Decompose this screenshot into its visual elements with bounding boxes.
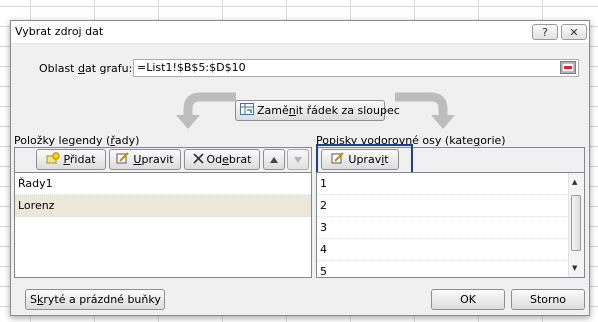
remove-label-accel: e — [222, 153, 229, 166]
ok-label: OK — [460, 293, 476, 306]
axis-labels-list[interactable]: 1 2 3 4 5 ▲ ▼ — [316, 172, 585, 278]
axis-label-item[interactable]: 5 — [317, 261, 584, 278]
edit-series-button[interactable]: Upravit — [109, 149, 181, 170]
move-down-icon — [294, 157, 302, 163]
legend-title-part: ady) — [114, 134, 140, 147]
ok-button[interactable]: OK — [431, 289, 505, 310]
legend-title-part: Položky legendy ( — [14, 134, 111, 147]
dialog-title: Vybrat zdroj dat — [15, 25, 104, 38]
hidden-cells-label-part: S — [30, 293, 37, 306]
axis-label-value: 1 — [320, 177, 327, 190]
edit-icon — [116, 151, 130, 170]
chart-range-label-accel: d — [77, 62, 85, 75]
hidden-cells-label-part: ryté a prázdné buňky — [43, 293, 161, 306]
close-button[interactable]: ✕ — [561, 24, 587, 40]
remove-label-part: brat — [228, 153, 252, 166]
axis-label-value: 2 — [320, 199, 327, 212]
left-curved-arrow-icon — [176, 92, 236, 129]
axis-list-scrollbar[interactable]: ▲ ▼ — [568, 173, 584, 277]
move-up-button[interactable] — [263, 149, 285, 170]
axis-label-item[interactable]: 3 — [317, 217, 584, 239]
chart-range-value: =List1!$B$5:$D$10 — [137, 61, 246, 74]
remove-icon — [192, 151, 204, 170]
axis-label-value: 4 — [320, 243, 327, 256]
move-down-button[interactable] — [287, 149, 309, 170]
scroll-up-icon[interactable]: ▲ — [572, 178, 577, 186]
add-icon — [46, 151, 61, 170]
collapse-dialog-icon[interactable] — [560, 61, 576, 74]
legend-entry-label: Lorenz — [18, 199, 55, 212]
help-icon: ? — [542, 26, 548, 39]
axis-label-item[interactable]: 4 — [317, 239, 584, 261]
chart-range-label-part: Oblast — [39, 62, 78, 75]
chart-range-label: Oblast dat grafu: — [39, 62, 132, 75]
axis-title-part: orie) — [480, 134, 506, 147]
select-data-source-dialog: Vybrat zdroj dat ? ✕ Oblast dat grafu: =… — [10, 20, 590, 316]
remove-label-part: Od — [206, 153, 223, 166]
remove-series-button[interactable]: Odebrat — [184, 149, 260, 170]
legend-entry-label: Řady1 — [18, 177, 53, 190]
axis-label-value: 5 — [320, 265, 327, 278]
help-button[interactable]: ? — [532, 24, 558, 40]
switch-label-part: Zamě — [257, 104, 289, 117]
add-series-button[interactable]: Přidat — [36, 149, 106, 170]
cancel-button[interactable]: Storno — [511, 289, 585, 310]
move-up-icon — [270, 157, 278, 163]
legend-entry-selected[interactable]: Lorenz — [15, 195, 311, 217]
legend-entries-title: Položky legendy (řady) — [14, 134, 139, 147]
axis-label-item[interactable]: 2 — [317, 195, 584, 217]
right-curved-arrow-icon — [395, 92, 455, 129]
legend-entries-list[interactable]: Řady1 Lorenz — [14, 172, 312, 278]
scroll-thumb[interactable] — [571, 195, 581, 251]
chart-range-label-part: at grafu: — [84, 62, 133, 75]
switch-row-column-icon — [240, 102, 254, 121]
cancel-label: Storno — [529, 293, 567, 306]
switch-row-column-button[interactable]: Zaměnit řádek za sloupec — [235, 100, 400, 121]
axis-label-value: 3 — [320, 221, 327, 234]
scroll-down-icon[interactable]: ▼ — [572, 264, 577, 272]
switch-label-part: it řádek za sloupec — [295, 104, 400, 117]
dialog-titlebar: Vybrat zdroj dat ? ✕ — [11, 21, 589, 44]
close-icon: ✕ — [569, 26, 579, 39]
legend-entry[interactable]: Řady1 — [15, 173, 311, 195]
axis-label-item[interactable]: 1 — [317, 173, 584, 195]
chart-range-input[interactable]: =List1!$B$5:$D$10 — [133, 59, 579, 77]
switch-label-accel: n — [288, 104, 296, 117]
edit-label-part: pravit — [141, 153, 174, 166]
add-label-part: řidat — [69, 153, 96, 166]
hidden-empty-cells-button[interactable]: Skryté a prázdné buňky — [25, 289, 165, 310]
